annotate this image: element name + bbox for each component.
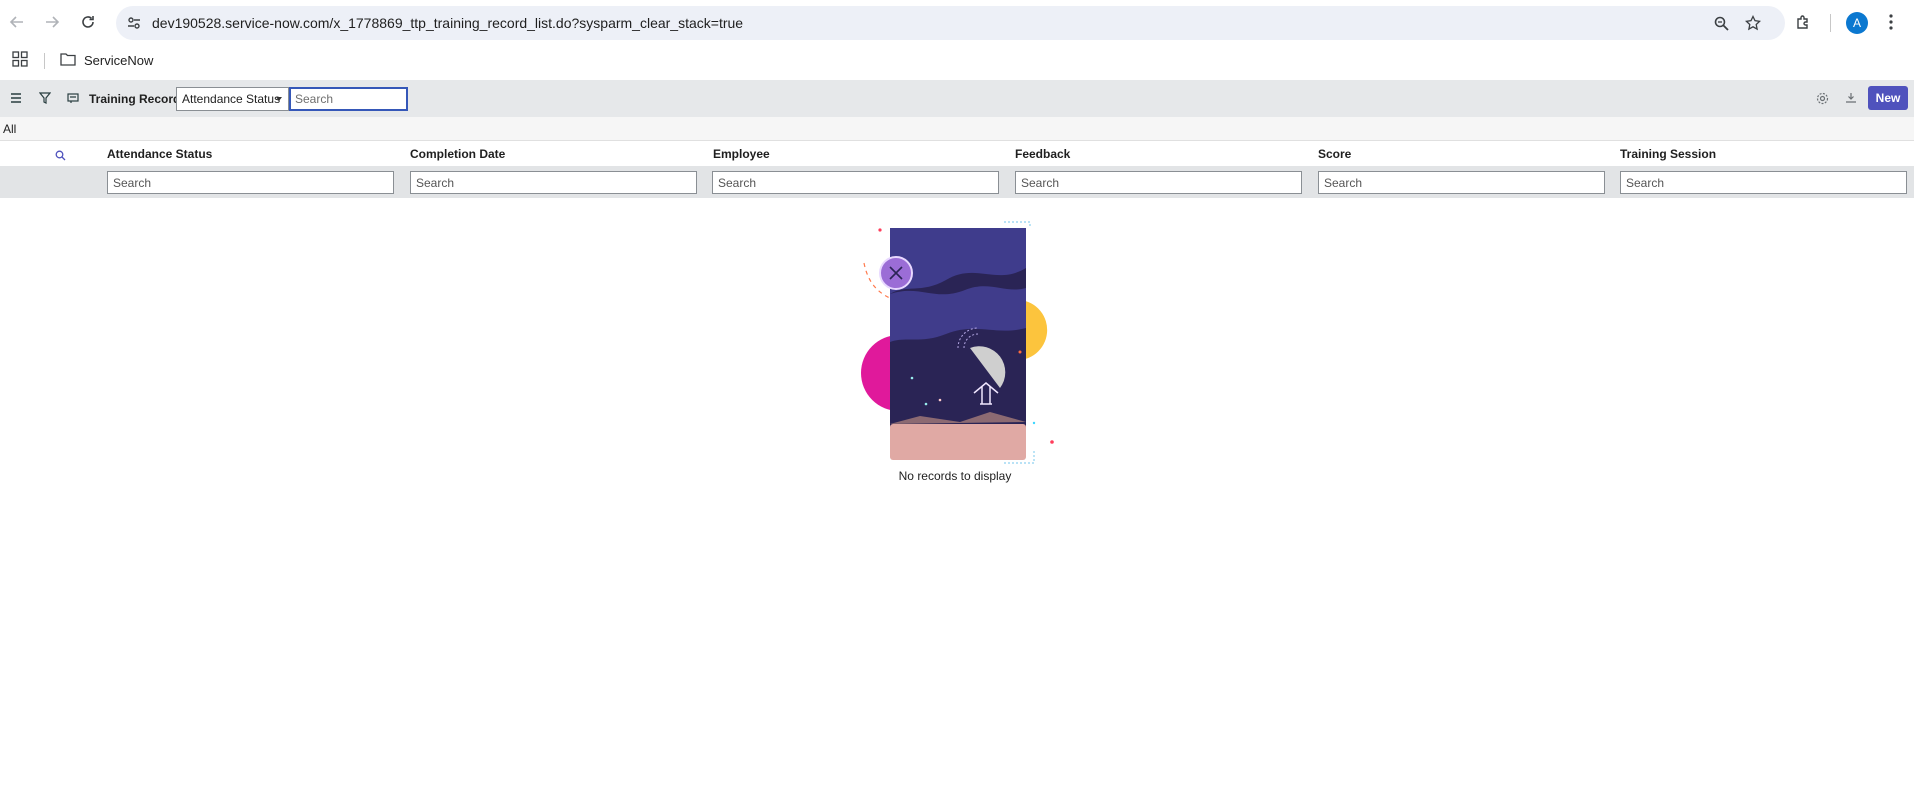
empty-state-illustration [861,221,1054,464]
search-field-select[interactable]: Attendance Status [176,87,289,111]
bookmark-folder-servicenow[interactable]: ServiceNow [60,52,153,69]
column-header-training-session[interactable]: Training Session [1620,147,1716,161]
column-header-score[interactable]: Score [1318,147,1351,161]
list-context-menu-icon[interactable] [7,89,25,107]
extensions-icon[interactable] [1792,11,1814,33]
search-score[interactable] [1318,171,1605,194]
apps-grid-icon[interactable] [12,51,30,69]
search-completion-date[interactable] [410,171,697,194]
column-header-completion-date[interactable]: Completion Date [410,147,505,161]
site-info-icon[interactable] [124,13,144,33]
search-feedback[interactable] [1015,171,1302,194]
search-attendance-status[interactable] [107,171,394,194]
search-field-value: Attendance Status [182,92,281,106]
forward-icon[interactable] [40,10,64,34]
bookmark-star-icon[interactable] [1743,13,1763,33]
zoom-icon[interactable] [1711,13,1731,33]
search-employee[interactable] [712,171,999,194]
list-title: Training Records [89,92,188,106]
empty-state-message: No records to display [898,469,1012,483]
chevron-down-icon [276,97,282,101]
column-header-attendance-status[interactable]: Attendance Status [107,147,212,161]
column-header-employee[interactable]: Employee [713,147,770,161]
more-menu-icon[interactable] [1880,11,1902,33]
url-text[interactable]: dev190528.service-now.com/x_1778869_ttp_… [152,15,743,31]
breadcrumb-all[interactable]: All [3,122,16,136]
bookmarks-bar [0,45,1914,79]
column-search-icon[interactable] [55,148,67,161]
reload-icon[interactable] [76,10,100,34]
profile-avatar[interactable]: A [1846,12,1868,34]
search-training-session[interactable] [1620,171,1907,194]
personalize-gear-icon[interactable] [1813,89,1831,107]
new-button[interactable]: New [1868,86,1908,110]
export-icon[interactable] [1842,89,1860,107]
filter-icon[interactable] [36,89,54,107]
toolbar-divider [1830,14,1831,32]
column-header-feedback[interactable]: Feedback [1015,147,1070,161]
bookmark-label: ServiceNow [84,53,154,68]
list-search-input[interactable] [289,87,408,111]
list-options-icon[interactable] [64,89,82,107]
folder-icon [60,52,76,69]
address-bar[interactable]: dev190528.service-now.com/x_1778869_ttp_… [116,6,1785,40]
bookmarks-divider [44,53,45,69]
breadcrumb [0,117,1914,140]
back-icon[interactable] [5,10,29,34]
